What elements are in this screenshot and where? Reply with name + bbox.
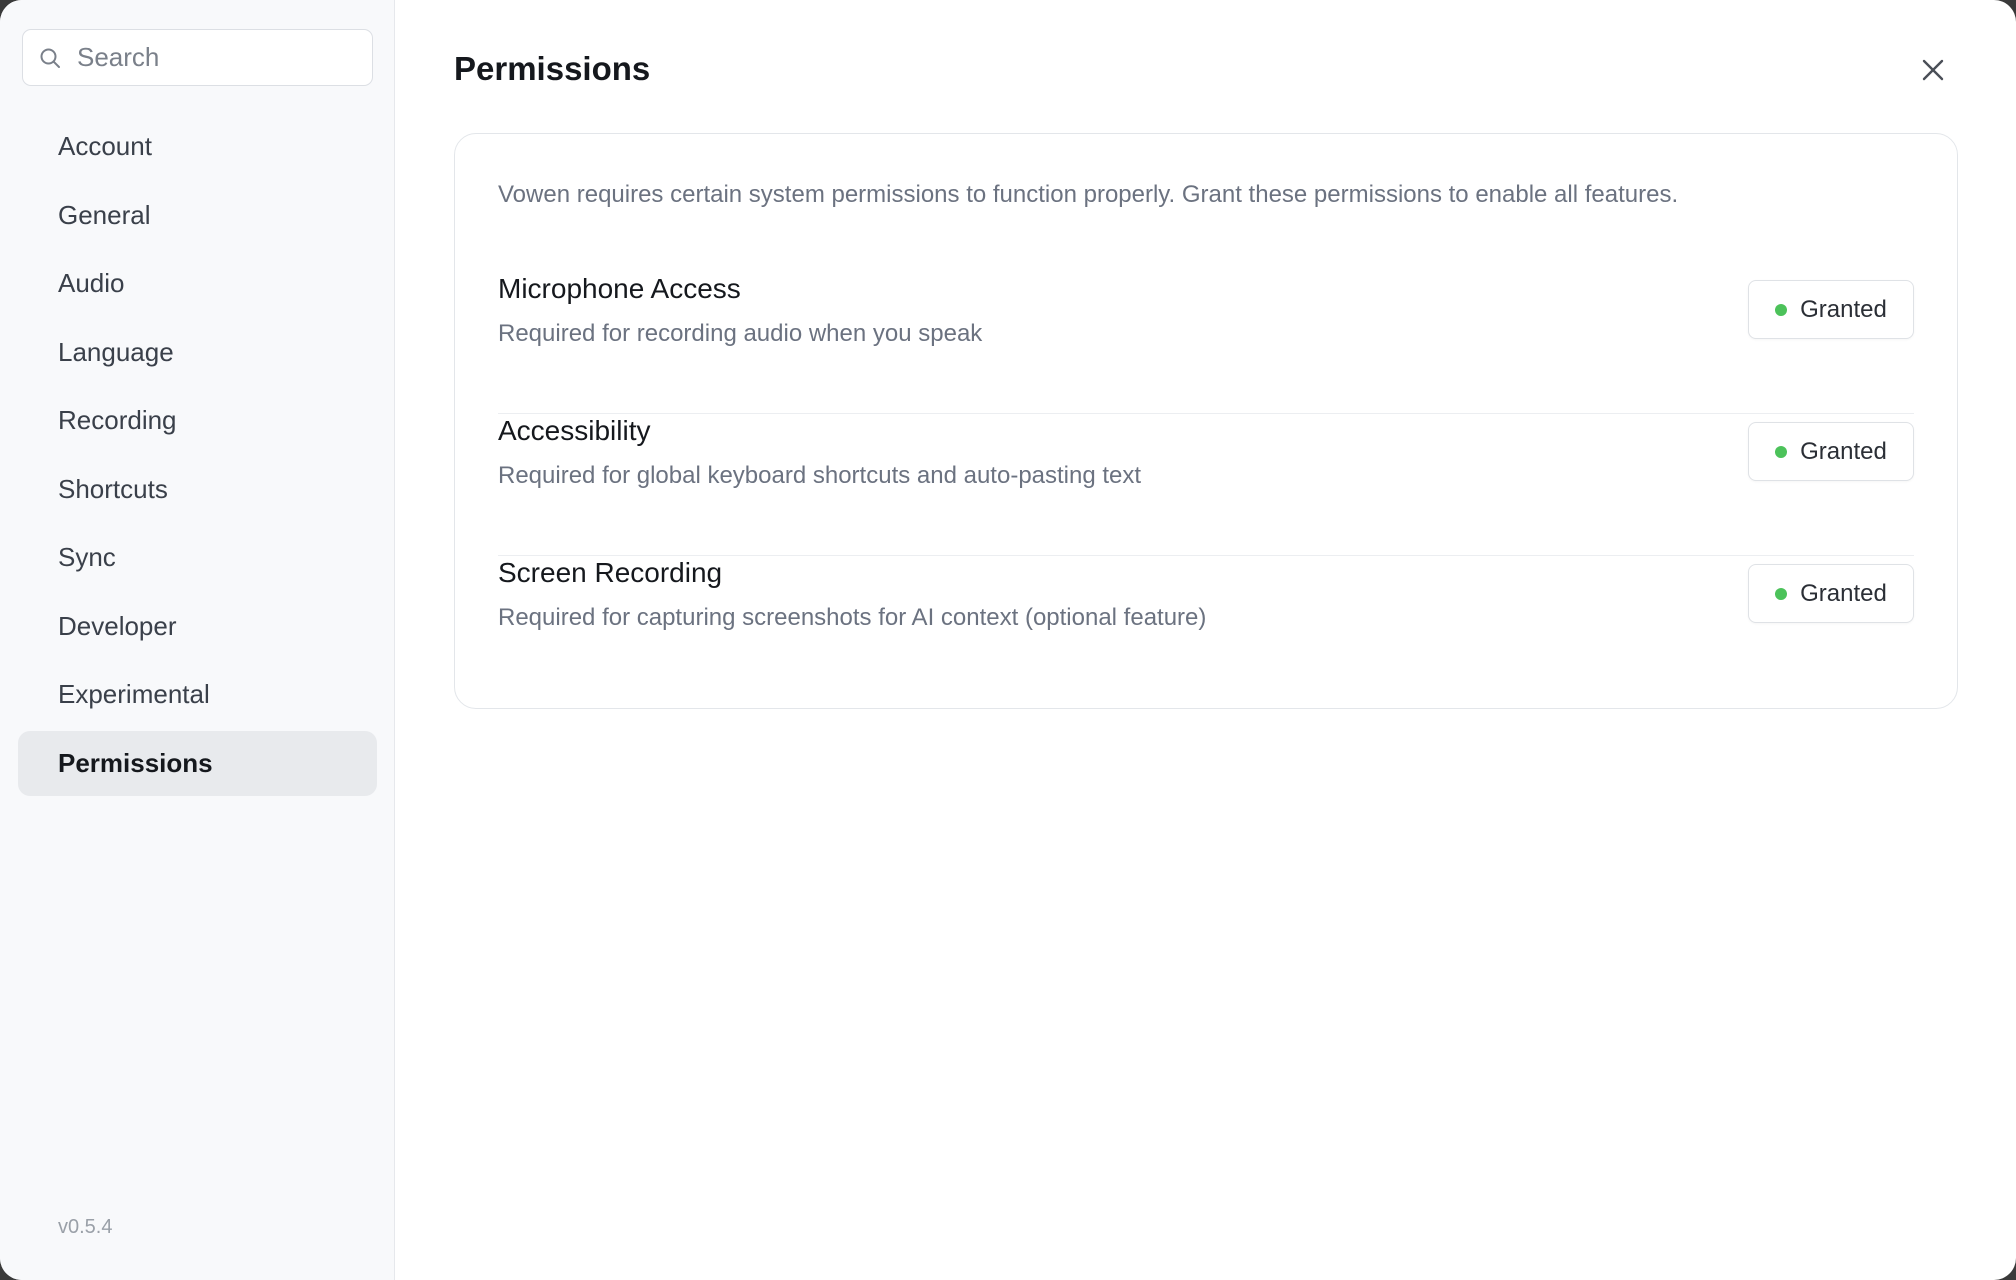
sidebar-item-developer[interactable]: Developer xyxy=(18,594,377,659)
settings-window: Account General Audio Language Recording… xyxy=(0,0,2016,1280)
status-dot-icon xyxy=(1775,445,1788,458)
sidebar-item-experimental[interactable]: Experimental xyxy=(18,662,377,727)
sidebar-item-general[interactable]: General xyxy=(18,183,377,248)
search-box[interactable] xyxy=(22,29,373,86)
status-label: Granted xyxy=(1800,295,1887,323)
search-input[interactable] xyxy=(75,41,349,74)
status-label: Granted xyxy=(1800,579,1887,607)
sidebar-item-permissions[interactable]: Permissions xyxy=(18,730,377,796)
permission-name: Accessibility xyxy=(498,415,651,446)
permissions-card: Vowen requires certain system permission… xyxy=(454,133,1958,709)
permission-row-screen-recording: Screen Recording Required for capturing … xyxy=(498,557,1914,698)
status-badge[interactable]: Granted xyxy=(1748,280,1914,339)
permission-description: Required for global keyboard shortcuts a… xyxy=(498,462,1142,489)
close-icon xyxy=(1920,57,1946,83)
permission-row-accessibility: Accessibility Required for global keyboa… xyxy=(498,415,1914,556)
status-badge[interactable]: Granted xyxy=(1748,564,1914,623)
sidebar-item-account[interactable]: Account xyxy=(18,114,377,179)
sidebar-item-shortcuts[interactable]: Shortcuts xyxy=(18,457,377,522)
status-dot-icon xyxy=(1775,303,1788,316)
permission-description: Required for capturing screenshots for A… xyxy=(498,604,1207,631)
permission-name: Microphone Access xyxy=(498,273,741,304)
sidebar-nav: Account General Audio Language Recording… xyxy=(18,114,377,799)
page-title: Permissions xyxy=(454,50,651,87)
search-icon xyxy=(37,45,63,71)
sidebar-item-language[interactable]: Language xyxy=(18,320,377,385)
permission-name: Screen Recording xyxy=(498,557,723,588)
status-label: Granted xyxy=(1800,437,1887,465)
permissions-intro: Vowen requires certain system permission… xyxy=(498,181,1679,208)
status-badge[interactable]: Granted xyxy=(1748,422,1914,481)
sidebar-item-audio[interactable]: Audio xyxy=(18,251,377,316)
permission-description: Required for recording audio when you sp… xyxy=(498,320,983,347)
sidebar-item-recording[interactable]: Recording xyxy=(18,388,377,453)
permission-row-microphone: Microphone Access Required for recording… xyxy=(498,273,1914,414)
sidebar: Account General Audio Language Recording… xyxy=(0,0,395,1280)
main-content: Permissions Vowen requires certain syste… xyxy=(395,0,2016,1280)
status-dot-icon xyxy=(1775,587,1788,600)
app-version: v0.5.4 xyxy=(58,1216,113,1238)
close-button[interactable] xyxy=(1915,52,1951,88)
sidebar-item-sync[interactable]: Sync xyxy=(18,525,377,590)
